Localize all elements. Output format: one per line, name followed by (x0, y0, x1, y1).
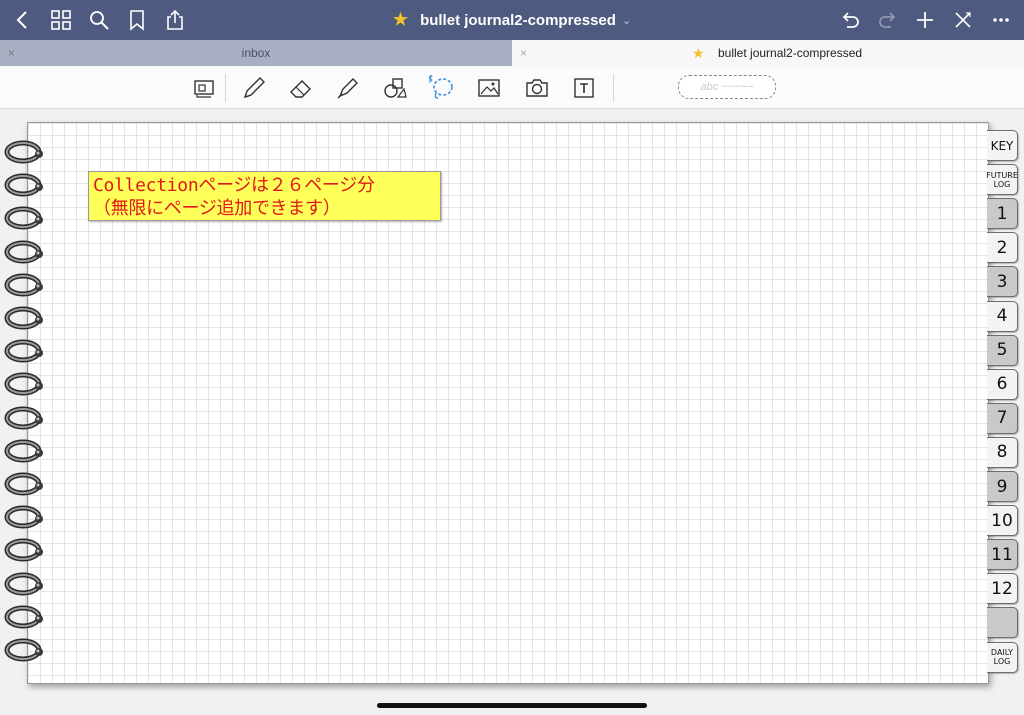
tab-bar: × inbox × ★ bullet journal2-compressed (0, 40, 1024, 66)
tab-inbox[interactable]: × inbox (0, 40, 512, 66)
index-tab-label: KEY (990, 138, 1014, 153)
redo-icon[interactable] (873, 5, 903, 35)
camera-icon[interactable] (522, 73, 552, 103)
tab-bullet-journal[interactable]: × ★ bullet journal2-compressed (512, 40, 1024, 66)
more-icon[interactable] (986, 5, 1016, 35)
chevron-down-icon: ⌄ (621, 14, 632, 27)
spiral-ring (3, 204, 49, 232)
index-tab-label: 10 (991, 510, 1013, 531)
search-icon[interactable] (84, 5, 114, 35)
spiral-ring (3, 238, 49, 266)
index-tab-label: 8 (996, 442, 1008, 463)
spiral-ring (3, 437, 49, 465)
top-bar: ★ bullet journal2-compressed ⌄ (0, 0, 1024, 40)
lasso-icon[interactable] (427, 73, 457, 103)
tab-close-icon[interactable]: × (520, 46, 527, 60)
back-icon[interactable] (8, 5, 38, 35)
spiral-ring (3, 570, 49, 598)
index-tab-label: 6 (996, 374, 1008, 395)
sticky-note[interactable]: Collectionページは２６ページ分 （無限にページ追加できます） (88, 171, 441, 221)
pen-icon[interactable] (239, 73, 269, 103)
document-title[interactable]: ★ bullet journal2-compressed ⌄ (0, 0, 1024, 40)
text-tool-icon[interactable] (569, 73, 599, 103)
index-tab-9[interactable]: 9 (987, 471, 1018, 502)
spiral-ring (3, 470, 49, 498)
index-tab-3[interactable]: 3 (987, 266, 1018, 298)
share-icon[interactable] (160, 5, 190, 35)
grid-icon[interactable] (46, 5, 76, 35)
index-tab-label: FUTURE LOG (986, 170, 1018, 189)
index-tab-7[interactable]: 7 (987, 402, 1018, 434)
index-tab-label: DAILY LOG (990, 648, 1014, 666)
index-tab-6[interactable]: 6 (987, 368, 1018, 400)
favorite-star-icon: ★ (392, 10, 409, 29)
index-tab-4[interactable]: 4 (987, 300, 1018, 332)
index-tab-label: 5 (996, 340, 1008, 361)
tab-label: bullet journal2-compressed (718, 46, 863, 60)
spiral-ring (3, 171, 49, 199)
undo-icon[interactable] (835, 5, 865, 35)
bookmark-icon[interactable] (122, 5, 152, 35)
index-tab-8[interactable]: 8 (987, 436, 1018, 468)
index-tab-label: 12 (991, 578, 1013, 599)
index-tab-label: 7 (996, 408, 1008, 429)
image-icon[interactable] (474, 73, 504, 103)
index-tab-1[interactable]: 1 (987, 198, 1018, 230)
index-tab-label: 9 (996, 476, 1008, 497)
spiral-ring (3, 603, 49, 631)
index-tab-label: 3 (996, 271, 1008, 292)
textbox-style-preset[interactable]: abc ~~~~~ (678, 75, 776, 99)
index-tab-label: 2 (996, 237, 1008, 258)
tab-star-icon: ★ (692, 44, 705, 61)
index-tab-label: 1 (996, 203, 1008, 224)
zoom-window-icon[interactable] (189, 73, 219, 103)
index-tab-12[interactable]: 12 (987, 573, 1018, 605)
index-tab-future-log[interactable]: FUTURE LOG (986, 164, 1018, 196)
tab-label: inbox (241, 46, 271, 60)
index-tab-5[interactable]: 5 (987, 334, 1018, 366)
index-tab-11[interactable]: 11 (987, 539, 1018, 571)
spiral-ring (3, 636, 49, 664)
index-tab-label: 4 (996, 306, 1008, 326)
spiral-ring (3, 337, 49, 365)
index-tab-2[interactable]: 2 (987, 232, 1018, 264)
spiral-ring (3, 304, 49, 332)
eraser-icon[interactable] (286, 73, 316, 103)
highlighter-icon[interactable] (333, 73, 363, 103)
shapes-icon[interactable] (380, 73, 410, 103)
spiral-ring (3, 370, 49, 398)
index-tab-daily-log[interactable]: DAILY LOG (987, 641, 1018, 673)
home-indicator (377, 703, 647, 708)
close-edit-icon[interactable] (948, 5, 978, 35)
toolbar-divider (225, 74, 226, 102)
spiral-ring (3, 271, 49, 299)
add-page-icon[interactable] (910, 5, 940, 35)
index-tab-10[interactable]: 10 (987, 505, 1018, 537)
document-title-text: bullet journal2-compressed (420, 11, 616, 29)
spiral-ring (3, 404, 49, 432)
toolbar-divider (613, 74, 614, 102)
spiral-ring (3, 536, 49, 564)
index-tab-key[interactable]: KEY (987, 130, 1018, 161)
index-tab-blank[interactable] (987, 607, 1018, 639)
index-tab-label: 11 (991, 544, 1013, 565)
spiral-ring (3, 138, 49, 166)
tool-bar (0, 66, 1024, 109)
spiral-ring (3, 503, 49, 531)
